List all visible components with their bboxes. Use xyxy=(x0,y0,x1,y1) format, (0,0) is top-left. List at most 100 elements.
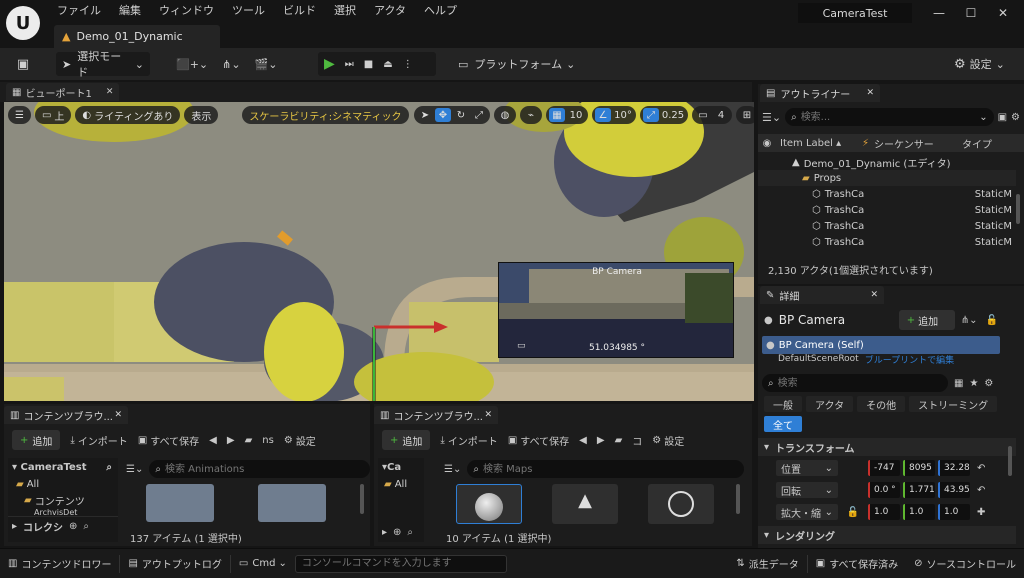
lock-icon[interactable]: 🔓 xyxy=(841,507,865,518)
save-all-button[interactable]: ▣ すべて保存 xyxy=(138,433,199,448)
outliner-scrollbar[interactable] xyxy=(1016,194,1020,224)
path-breadcrumb[interactable]: ns xyxy=(262,435,274,446)
gear-icon[interactable]: ⚙ xyxy=(1011,112,1020,123)
tree-item[interactable]: ▰ All xyxy=(378,476,424,492)
location-x-field[interactable]: -747 xyxy=(868,460,900,476)
edit-blueprint-link[interactable]: ブループリントで編集 xyxy=(865,354,954,365)
tree-root[interactable]: ▾ Ca xyxy=(378,458,424,476)
menu-edit[interactable]: 編集 xyxy=(110,0,150,22)
outliner-tab[interactable]: ▤ アウトライナー ✕ xyxy=(760,84,880,102)
content-browser-tab[interactable]: ▥ コンテンツブラウ... ✕ xyxy=(4,406,128,424)
lock-icon[interactable]: 🔓 xyxy=(986,315,998,326)
search-icon[interactable]: ⌕ xyxy=(106,462,112,473)
filter-general[interactable]: 一般 xyxy=(764,396,802,412)
filter-misc[interactable]: その他 xyxy=(857,396,906,412)
list-item[interactable]: ⬡ TrashCa StaticM xyxy=(758,218,1016,234)
asset-thumbnail[interactable] xyxy=(258,484,326,522)
reset-icon[interactable]: ↶ xyxy=(977,485,985,496)
import-button[interactable]: ⤓ インポート xyxy=(70,433,127,448)
tree-item[interactable]: ▰ All xyxy=(8,476,118,492)
menu-tools[interactable]: ツール xyxy=(223,0,274,22)
close-icon[interactable]: ✕ xyxy=(114,410,122,420)
reset-icon[interactable]: ↶ xyxy=(977,463,985,474)
filter-all[interactable]: 全て xyxy=(764,416,802,432)
location-y-field[interactable]: 8095 xyxy=(903,460,935,476)
viewport-tab[interactable]: ▦ ビューポート1 ✕ xyxy=(6,83,120,101)
path-breadcrumb[interactable]: コ xyxy=(632,433,642,448)
add-circle-icon[interactable]: ⊕ xyxy=(69,521,77,532)
show-button[interactable]: 表示 xyxy=(184,106,219,124)
back-icon[interactable]: ◀ xyxy=(579,435,587,446)
rotation-y-field[interactable]: 1.771 xyxy=(903,482,935,498)
rotate-tool-icon[interactable]: ↻ xyxy=(453,108,469,122)
close-button[interactable]: ✕ xyxy=(988,4,1018,22)
settings-button[interactable]: ⚙ 設定 xyxy=(652,433,684,448)
scale-x-field[interactable]: 1.0 xyxy=(868,504,900,520)
search-icon[interactable]: ⌕ xyxy=(83,521,89,532)
col-item-label[interactable]: Item Label ▴ xyxy=(776,138,862,149)
list-item[interactable]: ⬡ TrashCa StaticM xyxy=(758,234,1016,250)
filter-icon[interactable]: ☰⌄ xyxy=(762,111,781,124)
list-item[interactable]: ▲ Demo_01_Dynamic (エディタ) xyxy=(758,154,1016,170)
menu-window[interactable]: ウィンドウ xyxy=(150,0,223,22)
rotation-dropdown[interactable]: 回転 ⌄ xyxy=(776,482,838,498)
asset-search-box[interactable]: ⌕ xyxy=(467,460,744,478)
menu-select[interactable]: 選択 xyxy=(325,0,365,22)
scalability-button[interactable]: スケーラビリティ:シネマティック xyxy=(242,106,409,124)
add-circle-icon[interactable]: ⊕ xyxy=(393,527,401,538)
list-item[interactable]: ⬡ TrashCa StaticM xyxy=(758,186,1016,202)
step-icon[interactable]: ⏭ xyxy=(345,59,354,70)
outliner-search-input[interactable] xyxy=(800,109,980,125)
console-input[interactable] xyxy=(294,554,507,573)
settings-dropdown[interactable]: ⚙ 設定 ⌄ xyxy=(954,52,1005,76)
details-search-box[interactable]: ⌕ xyxy=(762,374,948,392)
blueprint-icon[interactable]: ⋔⌄ xyxy=(222,58,240,71)
table-view-icon[interactable]: ▦ xyxy=(954,378,963,389)
asset-scrollbar[interactable] xyxy=(736,484,740,514)
back-icon[interactable]: ◀ xyxy=(209,435,217,446)
scale-snap[interactable]: ⤢ 0.25 xyxy=(640,106,688,124)
view-mode-button[interactable]: ▭ 上 xyxy=(34,106,72,124)
filter-icon[interactable]: ☰⌄ xyxy=(444,464,461,475)
asset-thumbnail[interactable] xyxy=(456,484,522,524)
play-icon[interactable]: ▶ xyxy=(324,56,335,72)
select-tool-icon[interactable]: ➤ xyxy=(417,108,433,122)
rotation-snap[interactable]: ∠ 10° xyxy=(592,106,636,124)
maximize-button[interactable]: ☐ xyxy=(956,4,986,22)
add-component-button[interactable]: + 追加 xyxy=(898,310,955,330)
stop-icon[interactable]: ■ xyxy=(364,59,373,70)
collections-row[interactable]: ▸ コレクシ ⊕ ⌕ xyxy=(8,516,118,536)
eject-icon[interactable]: ⏏ xyxy=(383,59,392,70)
asset-thumbnail[interactable] xyxy=(648,484,714,524)
gear-icon[interactable]: ⚙ xyxy=(984,378,993,389)
surface-snap-toggle[interactable]: ⌁ xyxy=(520,106,542,124)
viewport-menu-button[interactable]: ☰ xyxy=(8,106,31,124)
rotation-z-field[interactable]: 43.95 xyxy=(938,482,970,498)
scale-dropdown[interactable]: 拡大・縮 ⌄ xyxy=(776,504,838,520)
rendering-section-header[interactable]: ▾ レンダリング xyxy=(758,526,1016,544)
asset-search-input[interactable] xyxy=(164,461,364,477)
outliner-search-box[interactable]: ⌕ ⌄ xyxy=(785,108,994,126)
menu-help[interactable]: ヘルプ xyxy=(415,0,466,22)
close-icon[interactable]: ✕ xyxy=(106,87,114,97)
scale-tool-icon[interactable]: ⤢ xyxy=(471,108,487,122)
cmd-dropdown[interactable]: ▭ Cmd ⌄ xyxy=(231,549,295,578)
details-tab[interactable]: ✎ 詳細 ✕ xyxy=(760,286,884,304)
asset-thumbnail[interactable] xyxy=(146,484,214,522)
source-control-button[interactable]: ⊘ ソースコントロール xyxy=(906,549,1024,578)
tree-item[interactable]: ArchvisDet xyxy=(8,508,118,516)
details-search-input[interactable] xyxy=(777,375,942,391)
forward-icon[interactable]: ▶ xyxy=(597,435,605,446)
platforms-dropdown[interactable]: ▭ プラットフォーム ⌄ xyxy=(458,52,575,76)
list-item[interactable]: ⬡ TrashCa StaticM xyxy=(758,202,1016,218)
tree-root[interactable]: ▾ CameraTest ⌕ xyxy=(8,458,118,476)
asset-search-input[interactable] xyxy=(482,461,738,477)
eye-icon[interactable]: ◉ xyxy=(758,138,776,149)
content-browser-tab[interactable]: ▥ コンテンツブラウ... ✕ xyxy=(374,406,498,424)
add-button[interactable]: + 追加 xyxy=(12,430,61,450)
rotation-x-field[interactable]: 0.0 ° xyxy=(868,482,900,498)
add-folder-icon[interactable]: ▣ xyxy=(998,112,1007,123)
level-viewport[interactable]: ☰ ▭ 上 ◐ ライティングあり 表示 スケーラビリティ:シネマティック ➤ ✥… xyxy=(4,102,754,401)
derived-data-button[interactable]: ⇅ 派生データ xyxy=(728,549,806,578)
col-sequencer[interactable]: シーケンサー xyxy=(874,136,962,151)
